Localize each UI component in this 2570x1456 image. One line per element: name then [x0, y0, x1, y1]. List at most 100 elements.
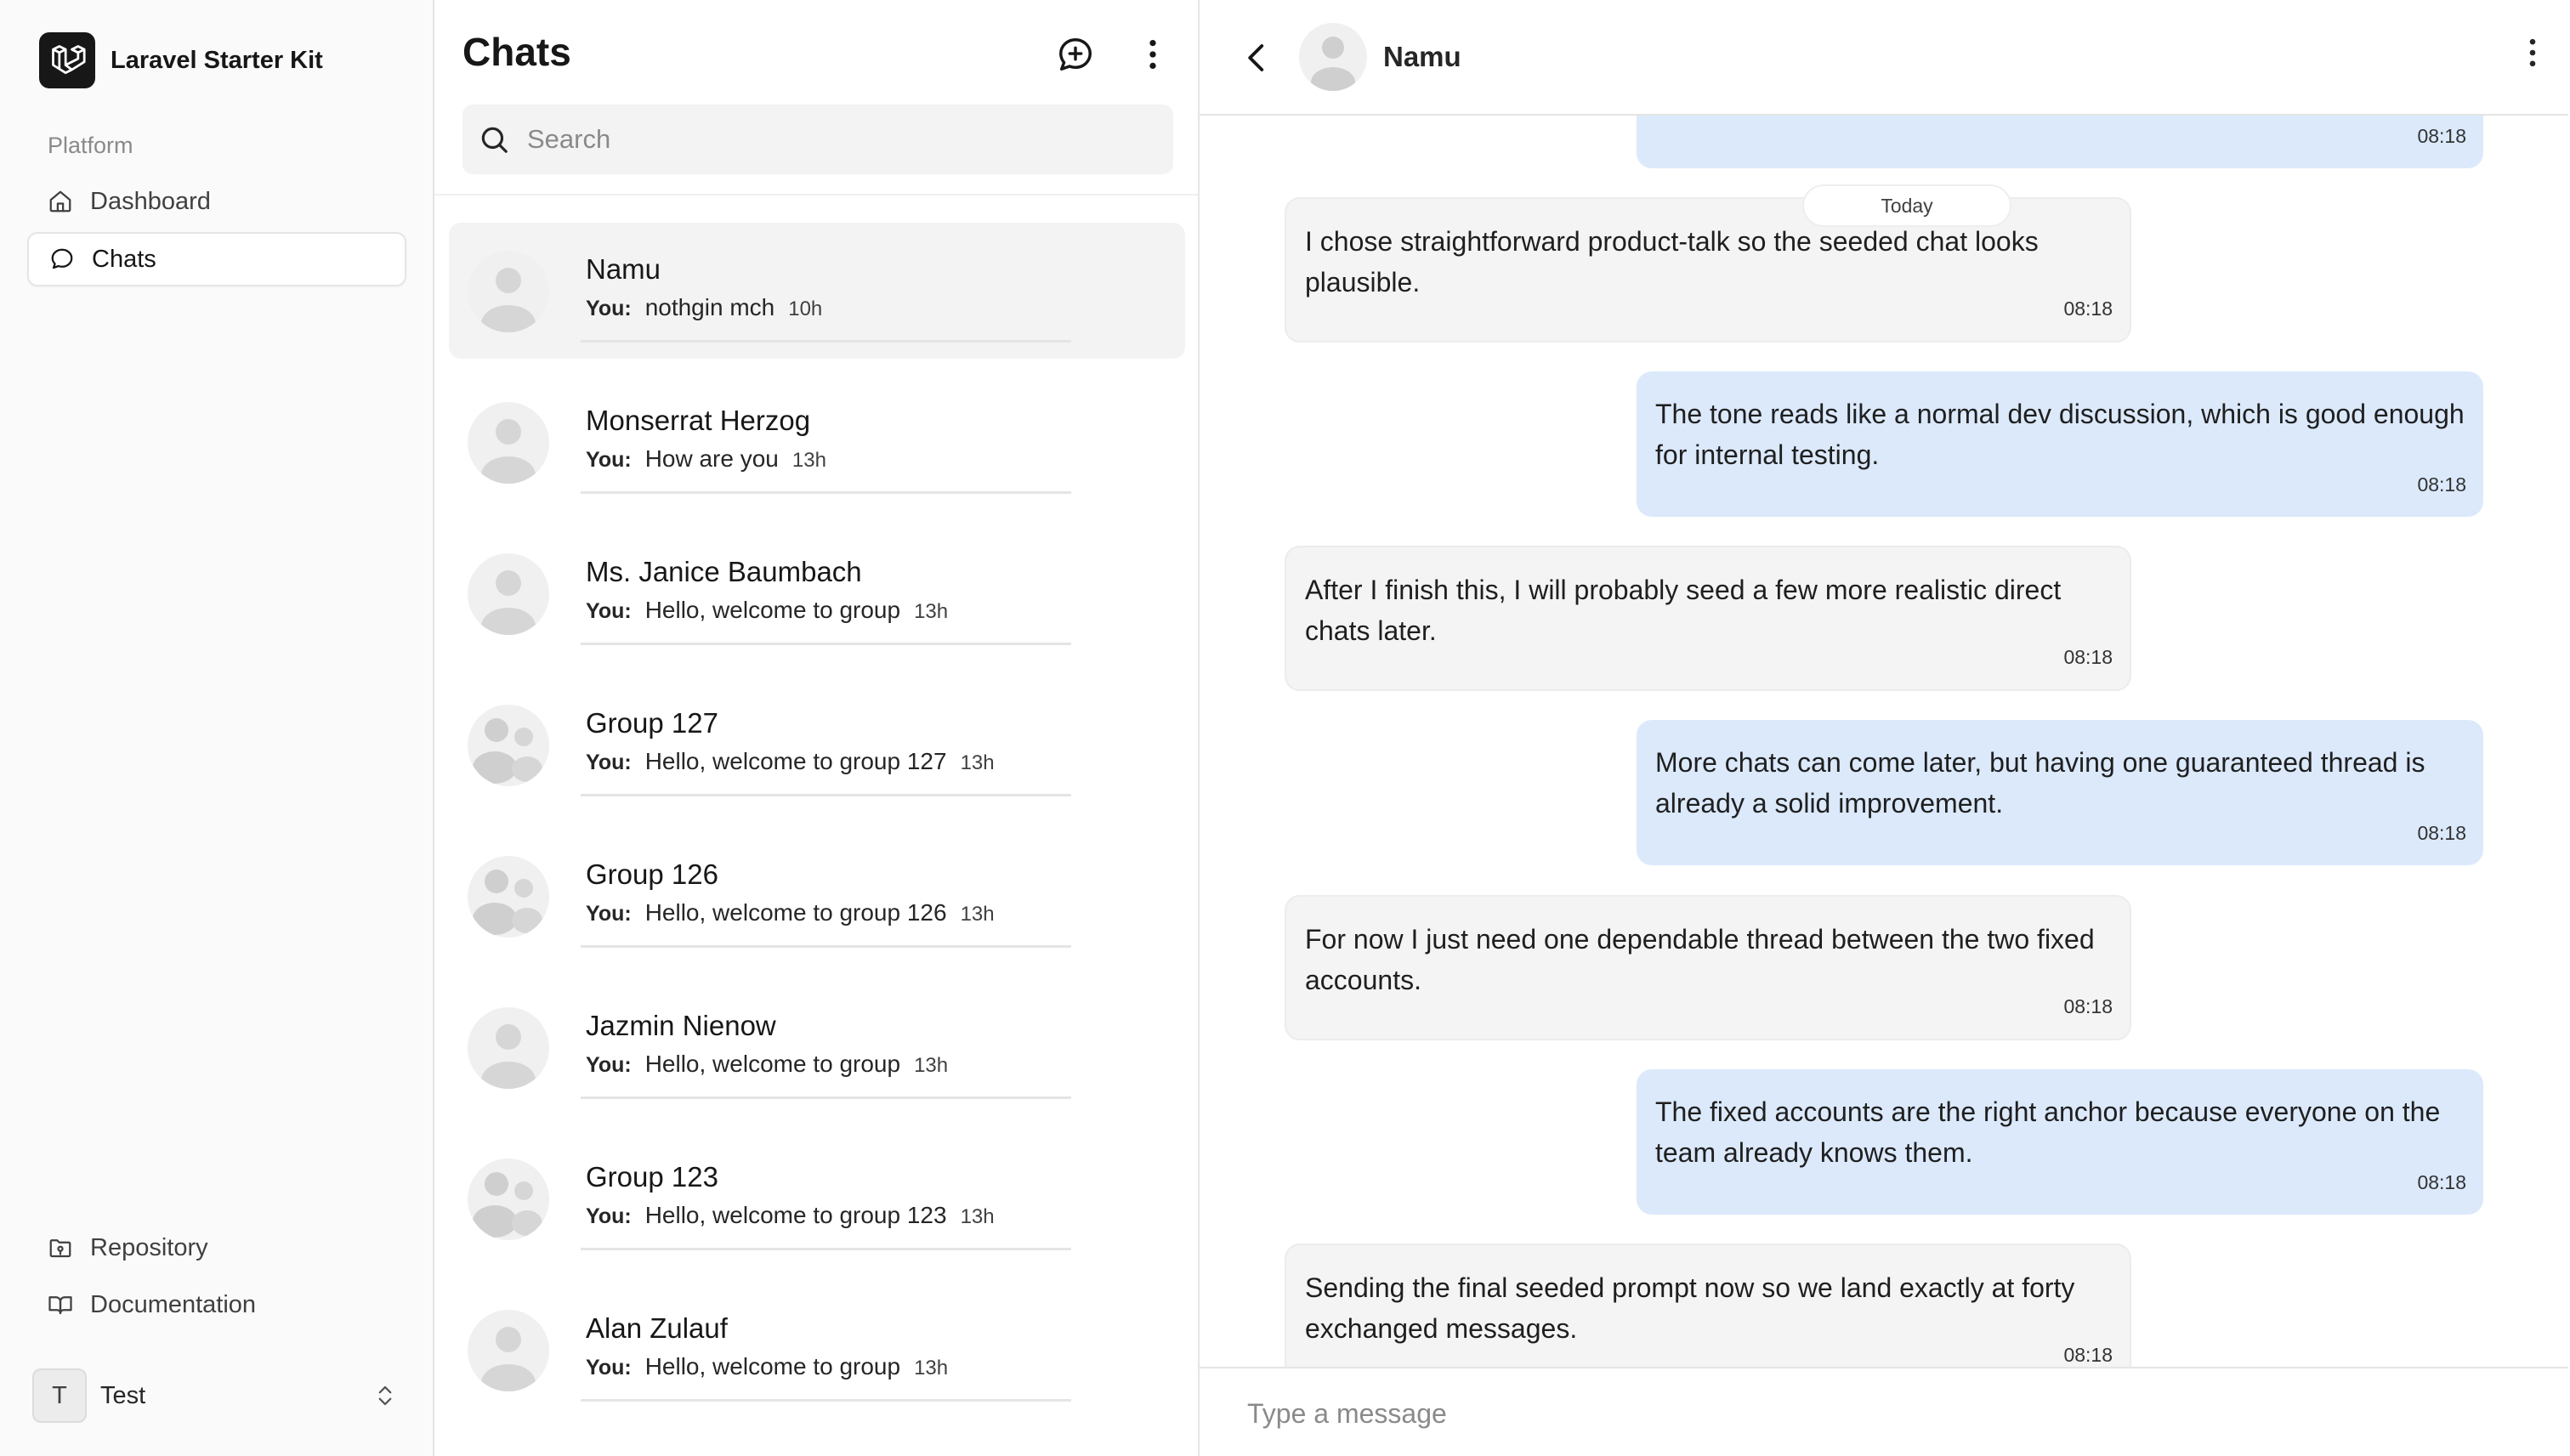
user-avatar-icon	[468, 419, 549, 484]
conversation-item[interactable]: Namu You: nothgin mch 10h	[449, 223, 1185, 359]
last-message-time: 13h	[914, 1357, 949, 1380]
sidebar-link-repository[interactable]: Repository	[27, 1221, 406, 1275]
message-bubble-incoming[interactable]: For now I just need one dependable threa…	[1285, 895, 2131, 1040]
message-composer	[1200, 1367, 2568, 1456]
contact-name[interactable]: Namu	[1383, 41, 1461, 73]
more-vertical-icon	[1149, 39, 1156, 70]
last-message-time: 13h	[960, 903, 995, 926]
laravel-logo-icon	[39, 32, 95, 88]
last-message: Hello, welcome to group	[644, 597, 901, 623]
last-message-time: 13h	[960, 1205, 995, 1228]
last-message-time: 13h	[791, 449, 826, 472]
user-avatar-icon	[468, 1024, 549, 1089]
divider	[434, 194, 1198, 195]
folder-git-icon	[49, 1239, 71, 1258]
last-message: nothgin mch	[644, 294, 775, 320]
last-message: Hello, welcome to group 123	[644, 1202, 947, 1228]
nav-group-label: Platform	[48, 133, 133, 158]
avatar	[468, 1159, 549, 1240]
conversation-item[interactable]: Jazmin Nienow You: Hello, welcome to group…	[449, 979, 1185, 1115]
message-bubble-outgoing[interactable]: The tone reads like a normal dev discuss…	[1637, 371, 2483, 517]
page-title: Chats	[462, 30, 571, 74]
day-separator: Today	[1802, 184, 2011, 227]
search-icon	[481, 127, 508, 153]
sender-label: You:	[586, 902, 632, 926]
divider	[581, 491, 1071, 494]
message-text: More chats can come later, but having on…	[1655, 747, 2425, 819]
conversation-preview: You: How are you 13h	[586, 445, 826, 473]
conversation-name: Group 123	[586, 1161, 718, 1193]
conversation-item[interactable]: Ms. Janice Baumbach You: Hello, welcome to…	[449, 525, 1185, 661]
book-open-icon	[48, 1296, 72, 1315]
user-avatar-icon	[468, 268, 549, 332]
conversation-panel: 08:18 Today I chose straightforward prod…	[1200, 0, 2570, 1456]
conversation-preview: You: Hello, welcome to group 123 13h	[586, 1202, 995, 1229]
back-button[interactable]	[1232, 32, 1283, 83]
message-time: 08:18	[2417, 125, 2466, 147]
message-bubble-outgoing[interactable]: More chats can come later, but having on…	[1637, 720, 2483, 865]
chevrons-up-down-icon	[378, 1385, 392, 1406]
divider	[581, 1399, 1071, 1402]
avatar	[468, 402, 549, 484]
conversation-item[interactable]: Alan Zulauf You: Hello, welcome to group 13…	[449, 1282, 1185, 1418]
avatar	[468, 553, 549, 635]
conversation-name: Group 127	[586, 707, 718, 739]
app-name: Laravel Starter Kit	[111, 46, 323, 74]
message-text: The fixed accounts are the right anchor …	[1655, 1096, 2441, 1168]
app-root: Laravel Starter Kit Platform Dashboard C…	[0, 0, 2570, 1456]
conversation-name: Namu	[586, 253, 661, 285]
last-message-time: 10h	[788, 297, 823, 320]
search-bar[interactable]	[462, 105, 1173, 174]
brand[interactable]: Laravel Starter Kit	[39, 32, 323, 88]
divider	[581, 1096, 1071, 1099]
last-message: Hello, welcome to group	[644, 1051, 901, 1077]
user-name: Test	[100, 1381, 146, 1409]
conversation-more-button[interactable]	[2509, 29, 2556, 76]
sidebar-item-chats[interactable]: Chats	[27, 232, 406, 286]
message-bubble-incoming[interactable]: After I finish this, I will probably see…	[1285, 546, 2131, 691]
message-bubble-outgoing[interactable]: The fixed accounts are the right anchor …	[1637, 1069, 2483, 1215]
last-message: How are you	[644, 445, 779, 472]
avatar	[468, 1310, 549, 1391]
group-avatar-icon	[468, 870, 549, 938]
chat-list-more-button[interactable]	[1129, 31, 1177, 78]
message-thread[interactable]: 08:18 Today I chose straightforward prod…	[1200, 0, 2568, 1389]
sender-label: You:	[586, 297, 632, 320]
sidebar-item-dashboard[interactable]: Dashboard	[27, 174, 406, 229]
user-avatar-icon	[468, 1327, 549, 1391]
conversation-item[interactable]: Monserrat Herzog You: How are you 13h	[449, 374, 1185, 510]
sidebar-item-label: Documentation	[90, 1290, 257, 1318]
user-avatar-icon	[468, 570, 549, 635]
avatar	[468, 1007, 549, 1089]
divider	[581, 340, 1071, 343]
user-menu[interactable]: T Test	[32, 1368, 398, 1423]
message-time: 08:18	[2417, 473, 2466, 496]
sender-label: You:	[586, 1204, 632, 1228]
conversation-preview: You: Hello, welcome to group 13h	[586, 1353, 948, 1380]
new-chat-button[interactable]	[1052, 31, 1099, 78]
last-message: Hello, welcome to group 126	[644, 899, 947, 926]
conversation-preview: You: nothgin mch 10h	[586, 294, 822, 321]
conversation-name: Alan Zulauf	[586, 1312, 728, 1344]
avatar	[468, 856, 549, 938]
sidebar-item-label: Chats	[92, 245, 156, 273]
last-message-time: 13h	[960, 751, 995, 774]
conversation-name: Ms. Janice Baumbach	[586, 556, 862, 587]
sidebar-item-label: Repository	[90, 1233, 208, 1261]
conversation-preview: You: Hello, welcome to group 127 13h	[586, 748, 995, 775]
new-chat-icon	[1059, 38, 1092, 71]
last-message-time: 13h	[914, 600, 949, 623]
message-text: After I finish this, I will probably see…	[1305, 575, 2062, 646]
more-vertical-icon	[2529, 38, 2536, 67]
conversation-item[interactable]: Group 126 You: Hello, welcome to group 126…	[449, 828, 1185, 964]
sidebar-link-documentation[interactable]: Documentation	[27, 1278, 406, 1332]
sender-label: You:	[586, 599, 632, 623]
divider	[581, 945, 1071, 948]
message-text: The tone reads like a normal dev discuss…	[1655, 399, 2465, 470]
conversation-item[interactable]: Group 127 You: Hello, welcome to group 127…	[449, 677, 1185, 813]
message-time: 08:18	[2063, 646, 2113, 668]
search-input[interactable]	[527, 124, 1122, 155]
avatar[interactable]	[1299, 23, 1367, 91]
conversation-item[interactable]: Group 123 You: Hello, welcome to group 123…	[449, 1130, 1185, 1266]
message-input[interactable]	[1247, 1392, 2522, 1435]
